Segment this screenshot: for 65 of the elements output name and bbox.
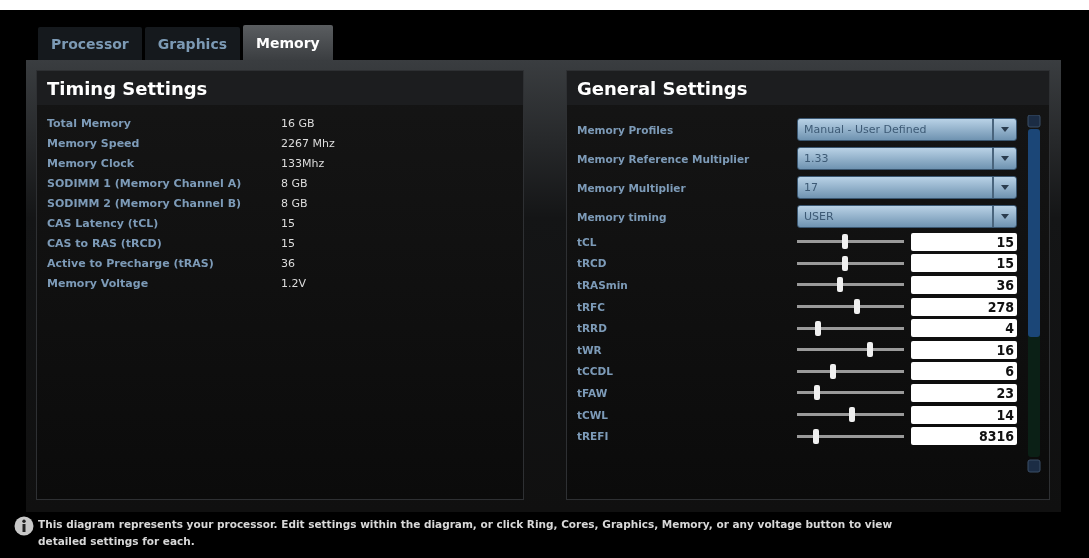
setting-label: Active to Precharge (tRAS) xyxy=(47,256,215,272)
slider-thumb[interactable] xyxy=(866,342,873,358)
setting-value: 8 GB xyxy=(281,196,309,212)
setting-label: tWR xyxy=(577,343,603,356)
value-field[interactable]: 4 xyxy=(911,319,1017,338)
value-field[interactable]: 15 xyxy=(911,254,1017,273)
value-field[interactable]: 16 xyxy=(911,340,1017,359)
slider-thumb[interactable] xyxy=(842,255,849,271)
setting-label: SODIMM 1 (Memory Channel A) xyxy=(47,176,243,192)
panel-title: General Settings xyxy=(567,71,1049,105)
setting-value: 2267 Mhz xyxy=(281,136,335,152)
setting-value: 133Mhz xyxy=(281,156,326,172)
slider-thumb[interactable] xyxy=(830,363,837,379)
setting-label: tCL xyxy=(577,235,598,248)
setting-label: CAS to RAS (tRCD) xyxy=(47,236,163,252)
tab[interactable]: Graphics xyxy=(144,27,241,60)
value-field[interactable]: 14 xyxy=(911,405,1017,424)
setting-label: Memory Voltage xyxy=(47,276,150,292)
value-field[interactable]: 15 xyxy=(911,232,1017,251)
setting-label: Total Memory xyxy=(47,116,132,132)
info-text: This diagram represents your processor. Edit settings within the diagram, or click Ring, Cores, Graphics, Memory, or any voltage button to view detailed settings for each. xyxy=(38,517,894,549)
setting-value: 15 xyxy=(281,236,296,252)
setting-value: 16 GB xyxy=(281,116,316,132)
setting-label: tCWL xyxy=(577,408,609,421)
tab[interactable]: Processor xyxy=(38,27,142,60)
info-icon xyxy=(14,516,34,536)
setting-label: Memory Clock xyxy=(47,156,136,172)
dropdown[interactable]: 17 xyxy=(797,176,1017,199)
caret-icon xyxy=(1001,214,1009,219)
setting-value: 1.2V xyxy=(281,276,308,292)
setting-label: tFAW xyxy=(577,386,609,399)
caret-icon xyxy=(1001,127,1009,132)
tab[interactable]: Memory xyxy=(243,25,333,60)
value-field[interactable]: 36 xyxy=(911,276,1017,294)
setting-label: tCCDL xyxy=(577,365,614,378)
value-field[interactable]: 8316 xyxy=(911,427,1017,446)
setting-label: tREFI xyxy=(577,430,610,443)
slider-thumb[interactable] xyxy=(836,277,843,293)
setting-label: Memory Profiles xyxy=(577,123,675,136)
setting-value: 8 GB xyxy=(281,176,309,192)
slider-thumb[interactable] xyxy=(853,299,860,315)
setting-label: Memory timing xyxy=(577,210,668,223)
setting-label: tRCD xyxy=(577,257,608,270)
value-field[interactable]: 6 xyxy=(911,362,1017,381)
setting-value: 36 xyxy=(281,256,296,272)
panel-title: Timing Settings xyxy=(37,71,523,105)
scrollbar[interactable] xyxy=(1027,115,1041,473)
slider-thumb[interactable] xyxy=(814,385,821,401)
value-field[interactable]: 278 xyxy=(911,297,1017,316)
slider-thumb[interactable] xyxy=(848,407,855,423)
caret-icon xyxy=(1001,156,1009,161)
setting-label: tRFC xyxy=(577,300,606,313)
caret-icon xyxy=(1001,185,1009,190)
setting-label: tRRD xyxy=(577,322,608,335)
slider-thumb[interactable] xyxy=(813,428,820,444)
setting-label: Memory Reference Multiplier xyxy=(577,152,751,165)
setting-label: SODIMM 2 (Memory Channel B) xyxy=(47,196,243,212)
setting-label: CAS Latency (tCL) xyxy=(47,216,160,232)
setting-value: 15 xyxy=(281,216,296,232)
setting-label: Memory Speed xyxy=(47,136,141,152)
slider-thumb[interactable] xyxy=(815,320,822,336)
setting-label: tRASmin xyxy=(577,279,629,291)
value-field[interactable]: 23 xyxy=(911,383,1017,402)
setting-label: Memory Multiplier xyxy=(577,181,687,194)
slider-thumb[interactable] xyxy=(842,234,849,250)
